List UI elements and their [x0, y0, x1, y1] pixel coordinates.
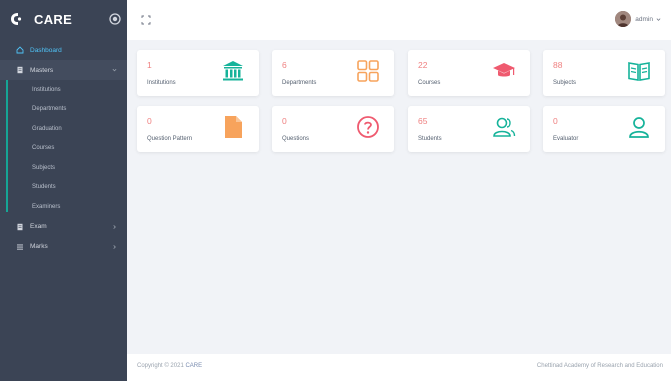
stat-label: Questions — [282, 136, 310, 142]
submenu-item-courses[interactable]: Courses — [0, 139, 127, 159]
stat-value: 1 — [147, 60, 152, 70]
stat-value: 65 — [418, 116, 428, 126]
sidebar-toggle-icon[interactable] — [109, 13, 121, 25]
user-menu[interactable]: admin — [615, 11, 661, 27]
document-icon — [16, 66, 24, 74]
submenu-label: Students — [32, 184, 56, 191]
list-icon — [16, 243, 24, 251]
chevron-right-icon — [113, 244, 116, 249]
home-icon — [16, 46, 24, 54]
sidebar-item-dashboard[interactable]: Dashboard — [0, 40, 127, 60]
app-name: CARE — [34, 11, 73, 27]
footer-org: Chettinad Academy of Research and Educat… — [536, 363, 663, 369]
stat-value: 0 — [282, 116, 287, 126]
stat-label: Question Pattern — [147, 136, 193, 142]
sidebar-item-masters[interactable]: Masters — [0, 60, 127, 80]
user-name: admin — [635, 15, 653, 23]
stat-card-departments[interactable]: 6 Departments — [272, 50, 394, 96]
chevron-down-icon — [656, 17, 661, 21]
stat-label: Evaluator — [553, 136, 579, 142]
user-icon — [629, 117, 649, 138]
stat-value: 0 — [553, 116, 558, 126]
copyright-text: Copyright © 2021 — [137, 363, 184, 369]
submenu-item-institutions[interactable]: Institutions — [0, 80, 127, 100]
sidebar-item-label: Exam — [30, 223, 47, 230]
copyright: Copyright © 2021 CARE — [137, 363, 202, 369]
sidebar-item-label: Masters — [30, 66, 54, 74]
topbar: admin — [127, 0, 671, 40]
stat-label: Subjects — [553, 80, 577, 86]
chevron-right-icon — [113, 224, 116, 229]
avatar — [615, 11, 632, 27]
submenu-label: Subjects — [32, 164, 56, 171]
question-icon — [357, 116, 379, 138]
sidebar-item-exam[interactable]: Exam — [0, 217, 127, 237]
stat-card-questions[interactable]: 0 Questions — [272, 106, 394, 152]
stat-label: Departments — [282, 80, 317, 86]
sidebar-menu: Dashboard Masters Institutions Departmen… — [0, 38, 127, 257]
stat-value: 88 — [553, 60, 563, 70]
submenu-label: Departments — [32, 106, 67, 113]
footer-brand-link[interactable]: CARE — [185, 363, 202, 369]
sidebar: CARE Dashboard Masters Institutions Depa… — [0, 0, 127, 381]
submenu-item-examiners[interactable]: Examiners — [0, 197, 127, 217]
submenu-item-subjects[interactable]: Subjects — [0, 158, 127, 178]
stat-value: 6 — [282, 60, 287, 70]
graduation-cap-icon — [493, 63, 515, 77]
submenu-label: Institutions — [32, 86, 61, 93]
stat-card-question-pattern[interactable]: 0 Question Pattern — [137, 106, 259, 152]
file-icon — [225, 116, 242, 138]
footer: Copyright © 2021 CARE Chettinad Academy … — [127, 354, 671, 381]
submenu-item-students[interactable]: Students — [0, 178, 127, 198]
chevron-down-icon — [112, 68, 117, 72]
sidebar-item-label: Marks — [30, 243, 48, 250]
submenu-label: Graduation — [32, 125, 62, 132]
stat-card-institutions[interactable]: 1 Institutions — [137, 50, 259, 96]
stat-card-evaluator[interactable]: 0 Evaluator — [543, 106, 665, 152]
stat-card-students[interactable]: 65 Students — [408, 106, 530, 152]
stat-card-subjects[interactable]: 88 Subjects — [543, 50, 665, 96]
submenu-item-departments[interactable]: Departments — [0, 100, 127, 120]
submenu-item-graduation[interactable]: Graduation — [0, 119, 127, 139]
stat-label: Courses — [418, 80, 441, 86]
stat-label: Students — [418, 136, 442, 142]
care-logo-icon — [11, 13, 22, 25]
sidebar-item-label: Dashboard — [30, 46, 62, 54]
stat-label: Institutions — [147, 80, 176, 86]
masters-submenu: Institutions Departments Graduation Cour… — [0, 80, 127, 217]
institution-icon — [223, 61, 243, 81]
document-icon — [16, 223, 24, 231]
dashboard-content: 1 Institutions 6 Departments 22 Courses — [127, 40, 671, 354]
fullscreen-icon[interactable] — [141, 15, 151, 25]
stat-card-courses[interactable]: 22 Courses — [408, 50, 530, 96]
brand[interactable]: CARE — [0, 0, 127, 38]
sidebar-item-marks[interactable]: Marks — [0, 237, 127, 257]
users-icon — [493, 117, 516, 137]
submenu-label: Courses — [32, 145, 55, 152]
grid-icon — [357, 60, 379, 82]
book-icon — [628, 62, 650, 81]
stat-value: 0 — [147, 116, 152, 126]
submenu-label: Examiners — [32, 203, 61, 210]
stat-value: 22 — [418, 60, 428, 70]
